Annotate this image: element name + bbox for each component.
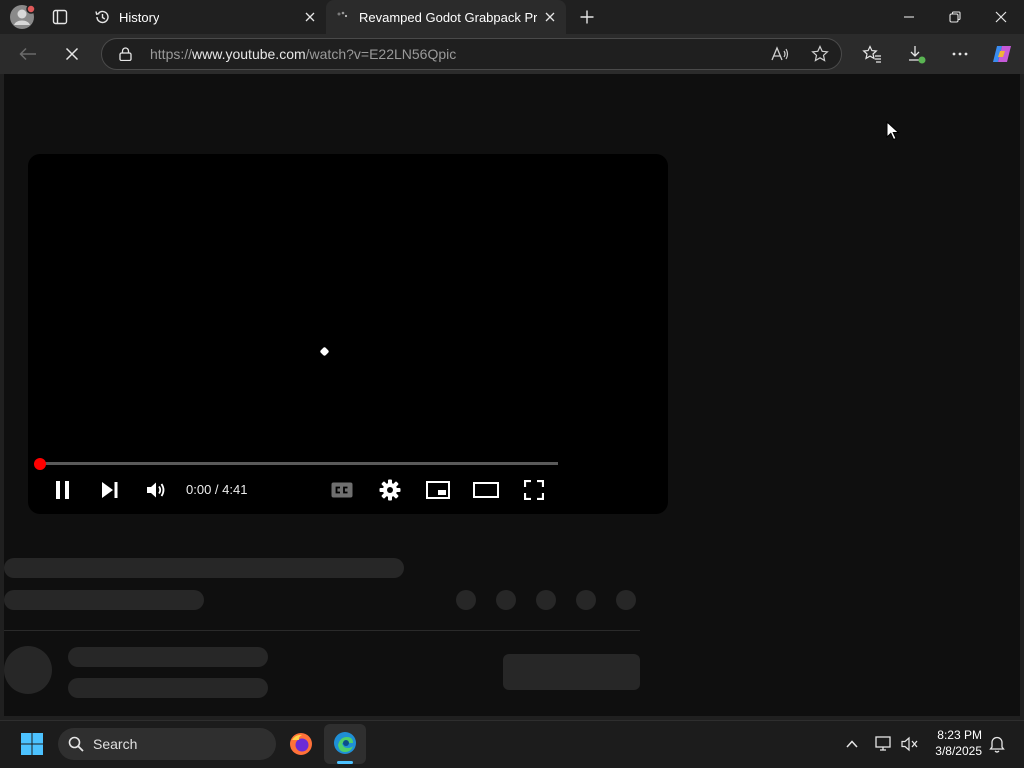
start-button[interactable]	[18, 730, 46, 758]
stop-loading-button[interactable]	[58, 40, 86, 68]
subtitles-button[interactable]	[328, 476, 356, 504]
theater-mode-button[interactable]	[472, 476, 500, 504]
progress-bar[interactable]	[40, 462, 558, 465]
loading-favicon	[337, 11, 348, 18]
profile-avatar[interactable]	[8, 3, 36, 31]
close-icon	[995, 11, 1007, 23]
network-icon	[875, 736, 891, 751]
taskbar-search[interactable]: Search	[58, 728, 276, 760]
new-tab-button[interactable]	[573, 3, 601, 31]
active-app-indicator	[337, 761, 353, 764]
address-bar[interactable]: https://www.youtube.com/watch?v=E22LN56Q…	[101, 38, 842, 70]
channel-avatar-placeholder	[4, 646, 52, 694]
firefox-taskbar-button[interactable]	[287, 730, 315, 758]
star-icon	[811, 45, 829, 62]
copilot-icon	[993, 46, 1011, 62]
chevron-up-icon	[846, 740, 858, 748]
miniplayer-button[interactable]	[424, 476, 452, 504]
restore-icon	[949, 11, 961, 23]
tab-history[interactable]: History	[84, 0, 326, 34]
volume-icon	[147, 482, 165, 498]
closed-captions-icon	[331, 482, 353, 498]
restore-button[interactable]	[941, 3, 969, 31]
subtitle-placeholder	[4, 590, 204, 610]
minimize-icon	[904, 16, 914, 18]
mouse-cursor-icon	[886, 121, 900, 141]
favorite-button[interactable]	[806, 40, 834, 68]
subscribe-placeholder	[503, 654, 640, 690]
action-placeholder	[536, 590, 556, 610]
fullscreen-button[interactable]	[520, 476, 548, 504]
skip-next-icon	[102, 482, 118, 498]
clock-time: 8:23 PM	[937, 728, 982, 742]
action-placeholder	[496, 590, 516, 610]
clock-date: 3/8/2025	[935, 744, 982, 758]
more-horizontal-icon	[952, 52, 968, 56]
notifications-button[interactable]	[983, 730, 1011, 758]
vertical-tabs-icon	[52, 9, 68, 25]
pause-icon	[56, 481, 69, 499]
copilot-button[interactable]	[988, 40, 1016, 68]
gear-icon	[379, 479, 401, 501]
network-button[interactable]	[870, 730, 898, 758]
close-icon	[545, 12, 555, 22]
search-label: Search	[93, 736, 138, 752]
fullscreen-icon	[524, 480, 544, 500]
favorites-button[interactable]	[858, 40, 886, 68]
close-icon	[65, 47, 79, 61]
channel-name-placeholder	[68, 647, 268, 667]
edge-icon	[334, 732, 356, 754]
downloads-button[interactable]	[902, 40, 930, 68]
url-scheme: https://	[150, 46, 193, 62]
tab-title: Revamped Godot Grabpack Proje	[359, 9, 537, 25]
next-button[interactable]	[96, 476, 124, 504]
profile-icon	[10, 4, 35, 29]
tab-actions-button[interactable]	[46, 3, 74, 31]
tab-title: History	[119, 9, 160, 25]
time-display: 0:00 / 4:41	[186, 482, 248, 497]
action-placeholder	[456, 590, 476, 610]
firefox-icon	[290, 733, 312, 755]
settings-more-button[interactable]	[946, 40, 974, 68]
close-tab-button[interactable]	[542, 9, 558, 25]
action-placeholder	[576, 590, 596, 610]
title-placeholder	[4, 558, 404, 578]
video-player[interactable]	[28, 154, 668, 514]
history-icon	[95, 10, 109, 24]
download-icon	[909, 46, 926, 64]
edge-taskbar-button[interactable]	[324, 724, 366, 764]
tab-active-video[interactable]: Revamped Godot Grabpack Proje	[326, 0, 566, 34]
show-hidden-icons-button[interactable]	[838, 730, 866, 758]
bell-icon	[989, 736, 1005, 753]
miniplayer-icon	[426, 481, 450, 499]
close-window-button[interactable]	[987, 3, 1015, 31]
url-path: /watch?v=E22LN56Qpic	[305, 46, 457, 62]
action-placeholder	[616, 590, 636, 610]
windows-logo-icon	[21, 733, 43, 755]
lock-icon[interactable]	[119, 47, 132, 61]
read-aloud-button[interactable]	[766, 40, 794, 68]
close-icon	[305, 12, 315, 22]
back-button[interactable]	[14, 40, 42, 68]
system-clock[interactable]: 8:23 PM 3/8/2025	[912, 728, 982, 758]
minimize-button[interactable]	[895, 3, 923, 31]
divider	[4, 630, 640, 631]
theater-mode-icon	[473, 482, 499, 498]
url-text[interactable]: https://www.youtube.com/watch?v=E22LN56Q…	[150, 46, 456, 62]
arrow-left-icon	[19, 47, 36, 61]
url-host: www.youtube.com	[192, 46, 306, 62]
read-aloud-icon	[771, 46, 789, 61]
pause-button[interactable]	[49, 476, 77, 504]
channel-subs-placeholder	[68, 678, 268, 698]
plus-icon	[580, 10, 594, 24]
volume-button[interactable]	[143, 476, 171, 504]
favorites-icon	[862, 45, 881, 63]
search-icon	[68, 736, 84, 752]
settings-button[interactable]	[376, 476, 404, 504]
close-tab-button[interactable]	[302, 9, 318, 25]
progress-scrubber[interactable]	[34, 458, 46, 470]
